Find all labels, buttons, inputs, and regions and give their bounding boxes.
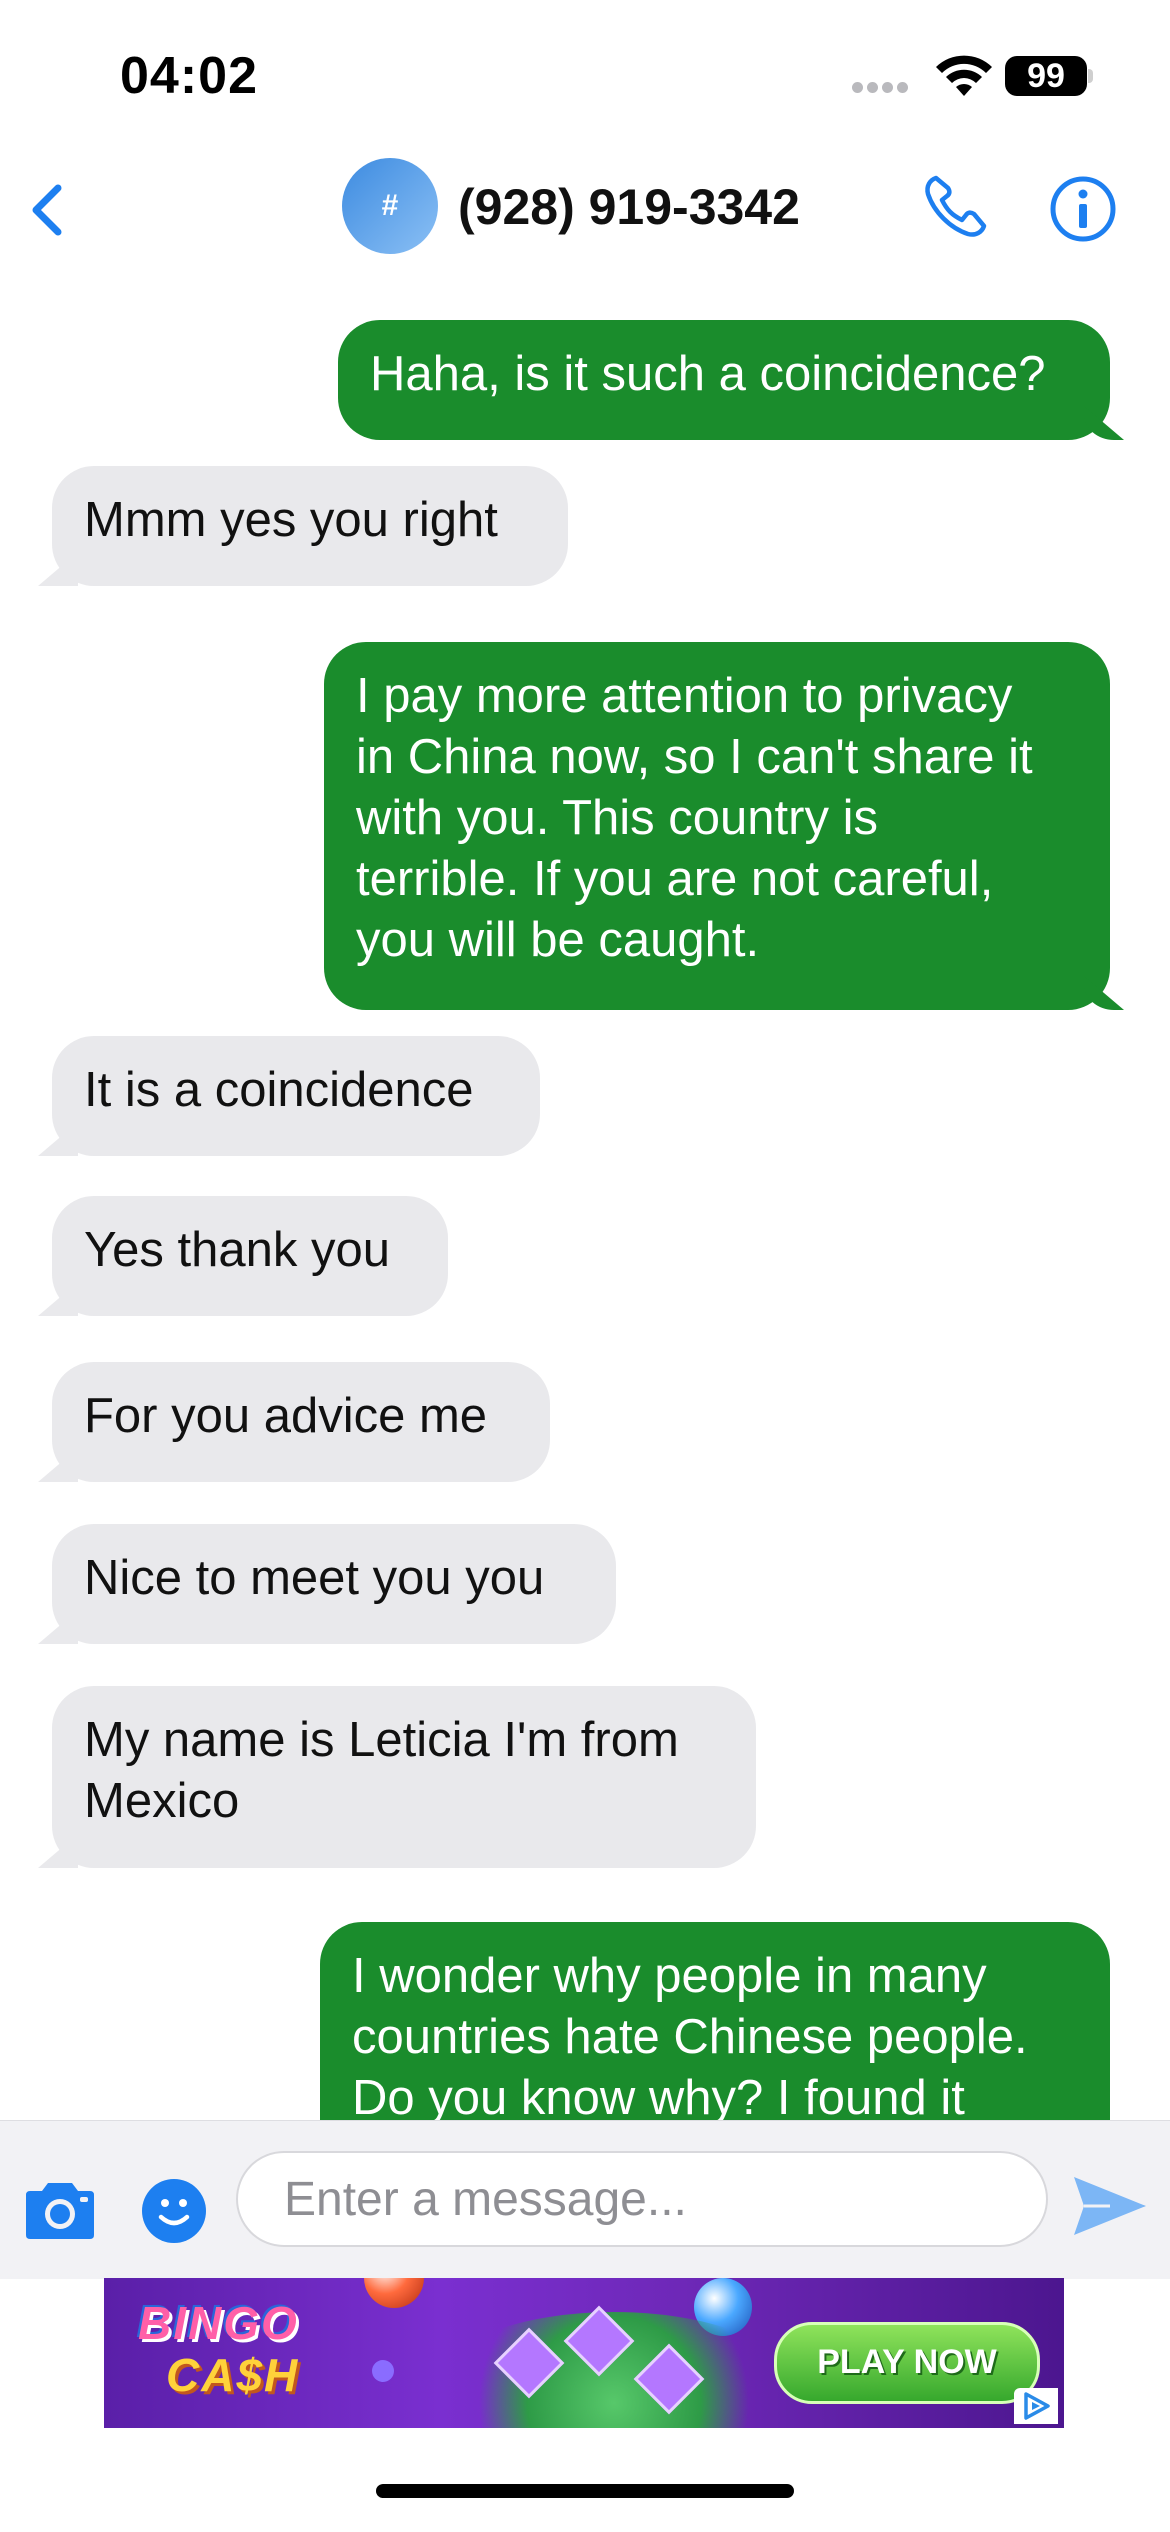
- camera-icon[interactable]: [20, 2179, 100, 2243]
- ad-play-now-button[interactable]: PLAY NOW: [774, 2322, 1040, 2404]
- ad-logo-bingo: BINGO: [138, 2297, 299, 2349]
- ad-choices-icon[interactable]: [1014, 2388, 1058, 2424]
- ad-banner[interactable]: BINGO CA$H PLAY NOW: [104, 2278, 1064, 2428]
- message-bubble-incoming[interactable]: Mmm yes you right: [52, 466, 568, 586]
- status-time: 04:02: [120, 47, 258, 105]
- cellular-signal-icon: [852, 80, 912, 98]
- message-bubble-incoming[interactable]: It is a coincidence: [52, 1036, 540, 1156]
- ad-logo-cash: CA$H: [166, 2349, 300, 2401]
- back-chevron-icon[interactable]: [18, 170, 78, 250]
- wifi-icon: [936, 55, 992, 96]
- emoji-icon[interactable]: [142, 2179, 206, 2243]
- compose-bar: [0, 2120, 1170, 2279]
- conversation-header: # (928) 919-3342: [0, 150, 1170, 270]
- message-bubble-incoming[interactable]: My name is Leticia I'm from Mexico: [52, 1686, 756, 1868]
- message-bubble-incoming[interactable]: Nice to meet you you: [52, 1524, 616, 1644]
- bingo-ball-decoration: [364, 2278, 424, 2308]
- sparkle-decoration: [372, 2360, 394, 2382]
- contact-avatar[interactable]: #: [342, 158, 438, 254]
- message-bubble-incoming[interactable]: Yes thank you: [52, 1196, 448, 1316]
- send-icon[interactable]: [1070, 2173, 1150, 2239]
- battery-indicator: 99: [1005, 56, 1087, 96]
- status-bar: 04:02 99: [0, 0, 1170, 150]
- info-icon[interactable]: [1048, 174, 1118, 244]
- message-bubble-outgoing[interactable]: I pay more attention to privacy in China…: [324, 642, 1110, 1010]
- message-bubble-incoming[interactable]: For you advice me: [52, 1362, 550, 1482]
- message-bubble-outgoing[interactable]: Haha, is it such a coincidence?: [338, 320, 1110, 440]
- home-indicator[interactable]: [376, 2484, 794, 2498]
- battery-tip: [1088, 69, 1093, 83]
- message-input[interactable]: [236, 2151, 1048, 2247]
- contact-number[interactable]: (928) 919-3342: [458, 178, 800, 236]
- phone-icon[interactable]: [920, 170, 992, 242]
